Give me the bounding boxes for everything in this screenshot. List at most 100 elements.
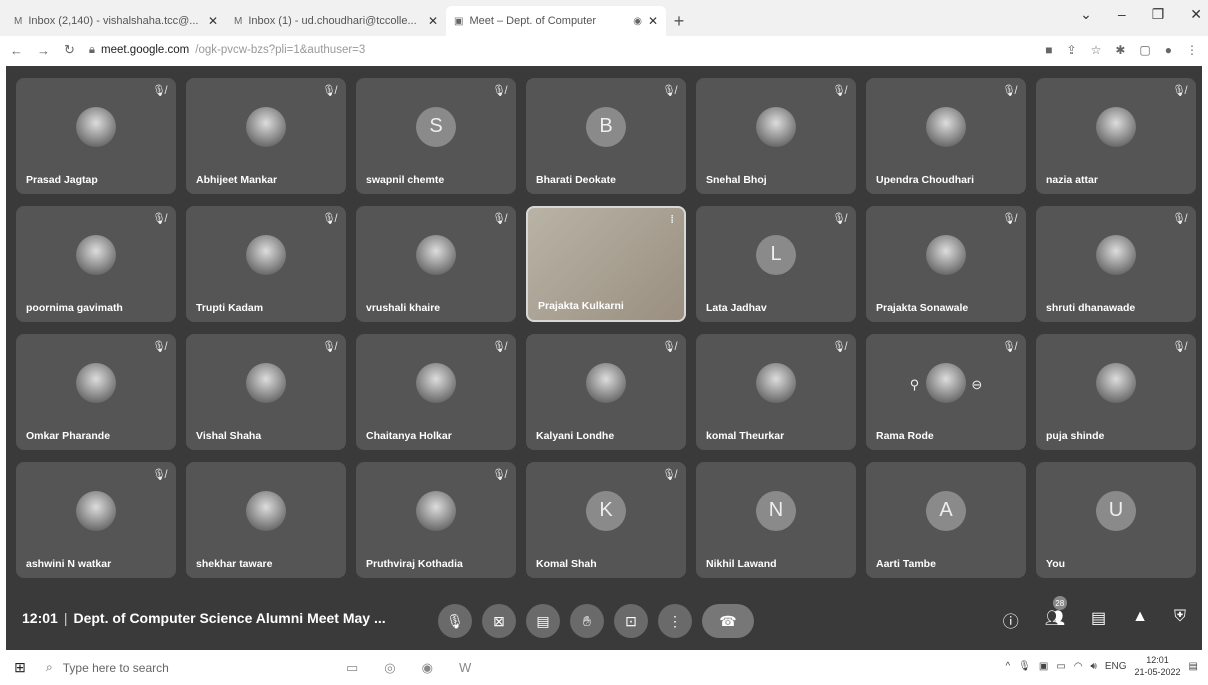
participant-tile[interactable]: shekhar taware — [186, 462, 346, 578]
participant-tile[interactable]: 🎙︎̸ ⚲ ⊖ Rama Rode — [866, 334, 1026, 450]
more-options-button[interactable]: ⋮ — [658, 604, 692, 638]
camera-button[interactable]: ⊠ — [482, 604, 516, 638]
browser-tab-inbox-1[interactable]: M Inbox (2,140) - vishalshaha.tcc@... ✕ — [6, 6, 226, 36]
language-indicator[interactable]: ENG — [1105, 661, 1127, 672]
mic-off-icon: 🎙︎̸ — [1002, 341, 1016, 353]
leave-call-button[interactable]: ☎︎ — [702, 604, 754, 638]
participant-tile[interactable]: 🎙︎̸ Vishal Shaha — [186, 334, 346, 450]
minimize-icon[interactable]: – — [1118, 6, 1126, 23]
avatar — [76, 362, 116, 403]
forward-icon[interactable]: → — [37, 43, 50, 58]
mic-off-icon: 🎙︎̸ — [832, 85, 846, 97]
captions-button[interactable]: ▤ — [526, 604, 560, 638]
microphone-button[interactable]: 🎙︎ — [438, 604, 472, 638]
file-explorer-icon[interactable]: ▭ — [346, 660, 358, 676]
present-button[interactable]: ⊡ — [614, 604, 648, 638]
participant-tile[interactable]: 🎙︎̸ komal Theurkar — [696, 334, 856, 450]
mic-tray-icon[interactable]: 🎙︎ — [1018, 661, 1031, 672]
participant-tile[interactable]: 🎙︎̸ Upendra Choudhari — [866, 78, 1026, 194]
notifications-icon[interactable]: ▤ — [1189, 661, 1198, 672]
participant-name: Snehal Bhoj — [706, 174, 767, 186]
bookmark-star-icon[interactable]: ☆ — [1091, 43, 1102, 57]
participant-tile[interactable]: A Aarti Tambe — [866, 462, 1026, 578]
windows-start-icon[interactable]: ⊞ — [0, 659, 40, 676]
clock[interactable]: 12:01 21-05-2022 — [1135, 654, 1181, 678]
participant-name: Kalyani Londhe — [536, 430, 615, 442]
participant-tile[interactable]: 🎙︎̸ K Komal Shah — [526, 462, 686, 578]
extensions-icon[interactable]: ✱ — [1115, 43, 1125, 57]
participant-tile[interactable]: 🎙︎̸ Sswapnil chemte — [356, 78, 516, 194]
mic-off-icon: 🎙︎̸ — [152, 469, 166, 481]
close-window-icon[interactable]: ✕ — [1190, 6, 1202, 23]
restore-icon[interactable]: ❐ — [1152, 6, 1165, 23]
participant-name: Vishal Shaha — [196, 430, 262, 442]
volume-icon[interactable]: 🔊︎ — [1091, 661, 1097, 672]
close-tab-icon[interactable]: ✕ — [208, 14, 218, 28]
tab-search-icon[interactable]: ⌄ — [1080, 6, 1092, 23]
browser-tab-bar: M Inbox (2,140) - vishalshaha.tcc@... ✕ … — [0, 0, 1208, 36]
participant-tile[interactable]: U You — [1036, 462, 1196, 578]
avatar — [416, 234, 456, 275]
browser-icon[interactable]: ◉ — [422, 660, 433, 676]
participant-tile[interactable]: 🎙︎̸ nazia attar — [1036, 78, 1196, 194]
participant-tile[interactable]: 🎙︎̸ shruti dhanawade — [1036, 206, 1196, 322]
close-tab-icon[interactable]: ✕ — [648, 14, 658, 28]
remove-icon[interactable]: ⊖ — [971, 377, 982, 393]
participant-tile[interactable]: 🎙︎̸ L Lata Jadhav — [696, 206, 856, 322]
people-button[interactable]: 👥︎ 28 — [1045, 596, 1067, 632]
participant-tile[interactable]: 🎙︎̸ B Bharati Deokate — [526, 78, 686, 194]
display-icon[interactable]: ▣ — [1039, 661, 1048, 672]
mic-off-icon: 🎙︎̸ — [492, 469, 506, 481]
participant-tile[interactable]: 🎙︎̸ ashwini N watkar — [16, 462, 176, 578]
show-hidden-icons[interactable]: ^ — [1005, 661, 1010, 672]
address-bar: ← → ↻ 🔒︎ meet.google.com/ogk-pvcw-bzs?pl… — [0, 36, 1208, 64]
participant-tile[interactable]: 🎙︎̸ puja shinde — [1036, 334, 1196, 450]
wifi-icon[interactable]: ◠ — [1074, 661, 1083, 672]
participant-tile[interactable]: 🎙︎̸ Kalyani Londhe — [526, 334, 686, 450]
participant-tile[interactable]: N Nikhil Lawand — [696, 462, 856, 578]
activities-icon[interactable]: ▲ — [1132, 608, 1148, 632]
participant-tile[interactable]: 🎙︎̸ vrushali khaire — [356, 206, 516, 322]
participant-tile[interactable]: 🎙︎̸ Prasad Jagtap — [16, 78, 176, 194]
gmail-icon: M — [234, 15, 243, 27]
share-icon[interactable]: ⇪ — [1067, 43, 1077, 57]
word-icon[interactable]: W — [459, 660, 471, 676]
chrome-icon[interactable]: ◎ — [384, 660, 395, 676]
participant-name: shruti dhanawade — [1046, 302, 1136, 314]
participant-tile[interactable]: 🎙︎̸ Trupti Kadam — [186, 206, 346, 322]
participant-name: ashwini N watkar — [26, 558, 112, 570]
new-tab-button[interactable]: + — [666, 6, 692, 36]
participant-tile[interactable]: 🎙︎̸ Prajakta Sonawale — [866, 206, 1026, 322]
avatar — [416, 490, 456, 531]
camera-permission-icon[interactable]: ■ — [1045, 43, 1052, 57]
profile-avatar[interactable]: ● — [1165, 43, 1172, 57]
url-field[interactable]: 🔒︎ meet.google.com/ogk-pvcw-bzs?pli=1&au… — [89, 44, 1031, 57]
close-tab-icon[interactable]: ✕ — [428, 14, 438, 28]
battery-icon[interactable]: ▭ — [1056, 661, 1065, 672]
host-controls-icon[interactable]: ⛨ — [1174, 608, 1186, 632]
browser-menu-icon[interactable]: ⋮ — [1186, 43, 1198, 57]
sidebar-icon[interactable]: ▢ — [1139, 43, 1150, 57]
participant-name: swapnil chemte — [366, 174, 445, 186]
participant-tile[interactable]: 🎙︎̸ Abhijeet Mankar — [186, 78, 346, 194]
avatar — [76, 106, 116, 147]
participant-tile[interactable]: 🎙︎̸ Omkar Pharande — [16, 334, 176, 450]
participant-tile[interactable]: 🎙︎̸ Pruthviraj Kothadia — [356, 462, 516, 578]
taskbar-search[interactable]: ⌕ Type here to search — [40, 660, 270, 675]
pin-icon[interactable]: ⚲ — [910, 377, 920, 393]
participant-count-badge: 28 — [1052, 596, 1067, 610]
mic-off-icon: 🎙︎̸ — [322, 85, 336, 97]
participant-tile[interactable]: 🎙︎̸ Chaitanya Holkar — [356, 334, 516, 450]
participant-tile[interactable]: ⁞ Prajakta Kulkarni — [526, 206, 686, 322]
browser-tab-inbox-2[interactable]: M Inbox (1) - ud.choudhari@tccolle... ✕ — [226, 6, 446, 36]
participant-tile[interactable]: 🎙︎̸ Snehal Bhoj — [696, 78, 856, 194]
reload-icon[interactable]: ↻ — [64, 42, 75, 58]
browser-tab-meet[interactable]: ▣ Meet – Dept. of Computer ◉ ✕ — [446, 6, 666, 36]
raise-hand-button[interactable]: ✋︎ — [570, 604, 604, 638]
meeting-details-icon[interactable]: ⓘ — [1003, 608, 1019, 632]
back-icon[interactable]: ← — [10, 43, 23, 58]
avatar — [246, 362, 286, 403]
mic-off-icon: 🎙︎̸ — [832, 213, 846, 225]
chat-icon[interactable]: ▤ — [1091, 608, 1106, 632]
participant-tile[interactable]: 🎙︎̸ poornima gavimath — [16, 206, 176, 322]
